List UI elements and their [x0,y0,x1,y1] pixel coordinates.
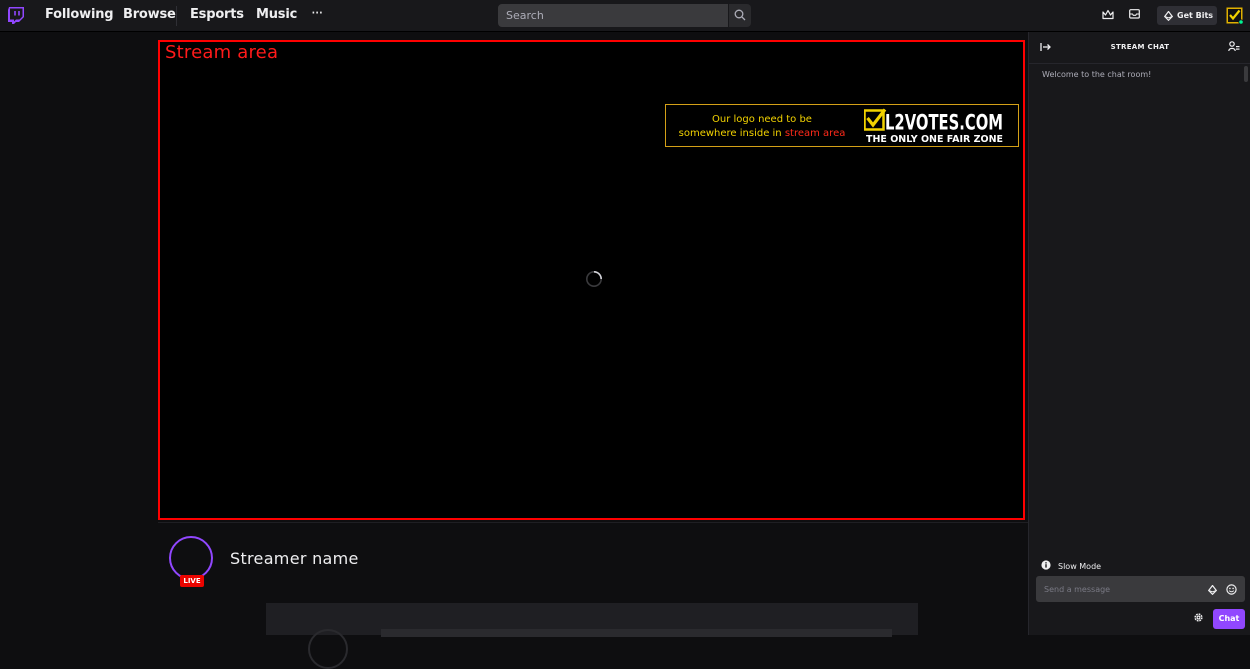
user-avatar-icon[interactable] [1226,7,1243,24]
left-gutter [0,32,158,635]
stream-area-label: Stream area [165,42,279,63]
placeholder-circle [308,629,348,669]
streamer-name[interactable]: Streamer name [230,549,359,568]
logo-banner: Our logo need to be somewhere inside in … [665,104,1019,147]
placeholder-bar [381,629,892,637]
search-input[interactable] [498,4,728,27]
info-icon [1041,560,1051,570]
live-badge: LIVE [180,575,204,587]
twitch-logo-icon[interactable] [8,7,24,24]
slow-mode-label: Slow Mode [1058,562,1102,571]
emote-icon[interactable] [1226,584,1237,595]
banner-line-1: Our logo need to be [712,114,812,125]
get-bits-label: Get Bits [1177,11,1214,20]
loading-spinner-icon [586,271,602,287]
get-bits-button[interactable]: Get Bits [1157,6,1217,25]
chat-title: STREAM CHAT [1110,43,1170,51]
nav-music[interactable]: Music [256,7,297,22]
brand-logo-text: L2VOTES.COM [885,111,1003,135]
stream-area[interactable]: Stream area Our logo need to be somewher… [158,40,1025,520]
users-icon[interactable] [1228,41,1240,52]
chat-welcome-message: Welcome to the chat room! [1042,70,1152,79]
chat-send-button[interactable]: Chat [1213,609,1245,629]
top-nav: Following Browse Esports Music ··· Get B… [0,0,1250,32]
chat-scrollbar[interactable] [1244,66,1248,82]
banner-text: Our logo need to be somewhere inside in … [672,113,852,141]
nav-divider [176,6,177,26]
more-options-icon[interactable]: ··· [311,4,323,22]
streamer-avatar[interactable] [169,536,213,580]
search-icon [734,9,746,21]
chat-header-divider [1029,63,1250,64]
settings-icon[interactable] [1193,612,1204,623]
nav-esports[interactable]: Esports [190,7,244,22]
brand-logo-tagline: THE ONLY ONE FAIR ZONE [866,134,1003,145]
bits-icon[interactable] [1208,585,1217,595]
banner-highlight: stream area [784,128,846,139]
nav-following[interactable]: Following [45,7,114,22]
divider [158,522,1028,523]
l2votes-logo: L2VOTES.COM THE ONLY ONE FAIR ZONE [864,108,1003,145]
nav-browse[interactable]: Browse [123,7,176,22]
channel-info-panel [266,603,918,669]
crown-icon[interactable] [1102,9,1114,20]
inbox-icon[interactable] [1129,9,1140,19]
banner-line-2-prefix: somewhere inside in [678,128,785,139]
bits-icon [1164,11,1173,21]
chat-panel: STREAM CHAT Welcome to the chat room! Sl… [1028,32,1250,635]
banner-line-2: somewhere inside in stream area [672,127,852,141]
search-button[interactable] [729,4,751,27]
